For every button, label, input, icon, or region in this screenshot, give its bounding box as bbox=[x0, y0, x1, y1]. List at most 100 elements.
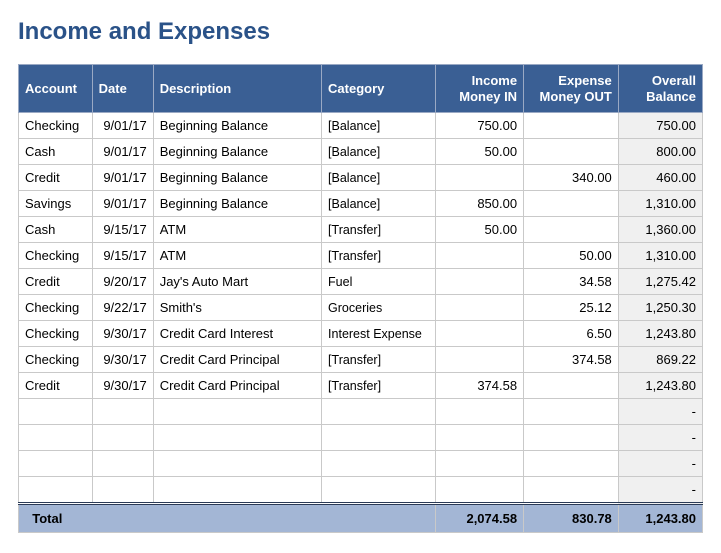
cell-category: [Balance] bbox=[322, 165, 436, 191]
cell-category bbox=[322, 399, 436, 425]
total-row: Total 2,074.58 830.78 1,243.80 bbox=[19, 504, 703, 533]
total-balance: 1,243.80 bbox=[618, 504, 702, 533]
cell-balance: 460.00 bbox=[618, 165, 702, 191]
cell-income: 850.00 bbox=[435, 191, 523, 217]
cell-account: Checking bbox=[19, 347, 93, 373]
cell-description: Credit Card Interest bbox=[153, 321, 321, 347]
cell-account: Checking bbox=[19, 295, 93, 321]
cell-income: 50.00 bbox=[435, 217, 523, 243]
table-row: Credit9/30/17Credit Card Principal[Trans… bbox=[19, 373, 703, 399]
cell-category bbox=[322, 477, 436, 504]
cell-expense: 6.50 bbox=[524, 321, 619, 347]
cell-account: Checking bbox=[19, 113, 93, 139]
cell-account: Cash bbox=[19, 139, 93, 165]
cell-date: 9/20/17 bbox=[92, 269, 153, 295]
cell-income: 50.00 bbox=[435, 139, 523, 165]
table-row: - bbox=[19, 399, 703, 425]
cell-balance: 1,360.00 bbox=[618, 217, 702, 243]
cell-balance: 750.00 bbox=[618, 113, 702, 139]
cell-date: 9/22/17 bbox=[92, 295, 153, 321]
cell-category: Fuel bbox=[322, 269, 436, 295]
cell-date: 9/30/17 bbox=[92, 373, 153, 399]
table-row: Savings9/01/17Beginning Balance[Balance]… bbox=[19, 191, 703, 217]
header-date: Date bbox=[92, 65, 153, 113]
cell-category: [Balance] bbox=[322, 139, 436, 165]
cell-expense bbox=[524, 139, 619, 165]
header-expense: Expense Money OUT bbox=[524, 65, 619, 113]
cell-description bbox=[153, 399, 321, 425]
cell-description: Beginning Balance bbox=[153, 139, 321, 165]
cell-income bbox=[435, 295, 523, 321]
cell-category: [Transfer] bbox=[322, 243, 436, 269]
cell-account: Checking bbox=[19, 321, 93, 347]
cell-category: [Balance] bbox=[322, 191, 436, 217]
cell-income bbox=[435, 425, 523, 451]
cell-account bbox=[19, 425, 93, 451]
cell-expense: 374.58 bbox=[524, 347, 619, 373]
cell-date: 9/15/17 bbox=[92, 217, 153, 243]
cell-date bbox=[92, 451, 153, 477]
cell-balance: 1,310.00 bbox=[618, 191, 702, 217]
cell-expense bbox=[524, 399, 619, 425]
table-row: Checking9/30/17Credit Card InterestInter… bbox=[19, 321, 703, 347]
cell-account: Savings bbox=[19, 191, 93, 217]
cell-balance: - bbox=[618, 399, 702, 425]
cell-category: [Transfer] bbox=[322, 217, 436, 243]
cell-account: Credit bbox=[19, 269, 93, 295]
cell-account: Credit bbox=[19, 165, 93, 191]
table-row: Cash9/15/17ATM[Transfer]50.001,360.00 bbox=[19, 217, 703, 243]
cell-expense bbox=[524, 477, 619, 504]
cell-category: [Balance] bbox=[322, 113, 436, 139]
cell-expense: 34.58 bbox=[524, 269, 619, 295]
page-title: Income and Expenses bbox=[18, 18, 703, 46]
cell-income bbox=[435, 451, 523, 477]
table-row: - bbox=[19, 477, 703, 504]
cell-account bbox=[19, 477, 93, 504]
cell-category: Groceries bbox=[322, 295, 436, 321]
table-row: Credit9/01/17Beginning Balance[Balance]3… bbox=[19, 165, 703, 191]
cell-description: Beginning Balance bbox=[153, 113, 321, 139]
cell-account: Cash bbox=[19, 217, 93, 243]
cell-description: Smith's bbox=[153, 295, 321, 321]
cell-description: Beginning Balance bbox=[153, 191, 321, 217]
cell-account: Checking bbox=[19, 243, 93, 269]
table-row: Checking9/22/17Smith'sGroceries 25.121,25… bbox=[19, 295, 703, 321]
cell-date bbox=[92, 425, 153, 451]
cell-expense: 25.12 bbox=[524, 295, 619, 321]
cell-date: 9/15/17 bbox=[92, 243, 153, 269]
cell-balance: - bbox=[618, 425, 702, 451]
cell-description: Jay's Auto Mart bbox=[153, 269, 321, 295]
cell-date: 9/01/17 bbox=[92, 113, 153, 139]
cell-expense bbox=[524, 451, 619, 477]
cell-expense: 50.00 bbox=[524, 243, 619, 269]
cell-account bbox=[19, 451, 93, 477]
cell-date: 9/01/17 bbox=[92, 165, 153, 191]
cell-description: Credit Card Principal bbox=[153, 373, 321, 399]
cell-expense: 340.00 bbox=[524, 165, 619, 191]
table-row: Checking9/15/17ATM[Transfer]50.001,310.0… bbox=[19, 243, 703, 269]
cell-balance: 1,243.80 bbox=[618, 321, 702, 347]
table-row: Credit9/20/17Jay's Auto MartFuel34.581,2… bbox=[19, 269, 703, 295]
header-row: Account Date Description Category Income… bbox=[19, 65, 703, 113]
cell-income bbox=[435, 477, 523, 504]
cell-balance: 800.00 bbox=[618, 139, 702, 165]
header-account: Account bbox=[19, 65, 93, 113]
header-description: Description bbox=[153, 65, 321, 113]
cell-account bbox=[19, 399, 93, 425]
cell-balance: 1,250.30 bbox=[618, 295, 702, 321]
cell-balance: 869.22 bbox=[618, 347, 702, 373]
cell-description bbox=[153, 425, 321, 451]
header-balance: Overall Balance bbox=[618, 65, 702, 113]
cell-date: 9/01/17 bbox=[92, 139, 153, 165]
cell-balance: 1,243.80 bbox=[618, 373, 702, 399]
cell-description: ATM bbox=[153, 243, 321, 269]
cell-expense bbox=[524, 191, 619, 217]
cell-expense bbox=[524, 217, 619, 243]
table-row: - bbox=[19, 451, 703, 477]
cell-expense bbox=[524, 373, 619, 399]
total-income: 2,074.58 bbox=[435, 504, 523, 533]
total-label: Total bbox=[19, 504, 436, 533]
cell-description bbox=[153, 451, 321, 477]
cell-category: Interest Expense bbox=[322, 321, 436, 347]
cell-income bbox=[435, 321, 523, 347]
